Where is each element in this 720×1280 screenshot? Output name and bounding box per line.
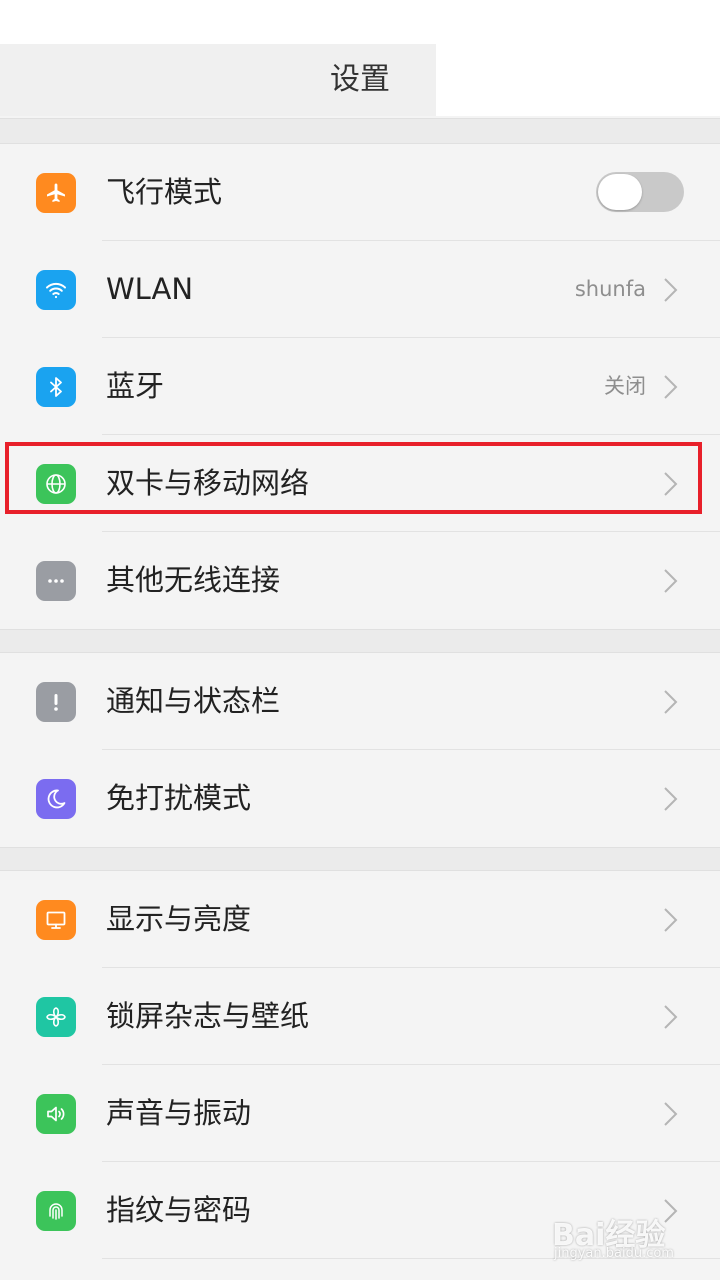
section-gap (0, 629, 720, 653)
chevron-right-icon (662, 276, 680, 304)
chevron-right-icon (662, 567, 680, 595)
fingerprint-icon (36, 1191, 76, 1231)
bluetooth-icon (36, 367, 76, 407)
setting-row-sound-vibration[interactable]: 声音与振动 (0, 1065, 720, 1162)
setting-label: 飞行模式 (106, 175, 223, 209)
setting-row-lockscreen-wallpaper[interactable]: 锁屏杂志与壁纸 (0, 968, 720, 1065)
setting-label: 通知与状态栏 (106, 684, 281, 718)
section-gap (0, 847, 720, 871)
watermark-url: jingyan.baidu.com (554, 1246, 674, 1261)
chevron-right-icon (662, 785, 680, 813)
toggle-knob (598, 174, 642, 210)
chevron-right-icon (662, 373, 680, 401)
wifi-icon (36, 270, 76, 310)
wlan-network-name: shunfa (574, 277, 646, 301)
top-blank-area (0, 0, 720, 44)
moon-icon (36, 779, 76, 819)
exclamation-icon (36, 682, 76, 722)
setting-label: 显示与亮度 (106, 902, 252, 936)
chevron-right-icon (662, 1003, 680, 1031)
airplane-mode-toggle[interactable] (596, 172, 684, 212)
setting-label: 其他无线连接 (106, 563, 281, 597)
setting-row-do-not-disturb[interactable]: 免打扰模式 (0, 750, 720, 847)
speaker-icon (36, 1094, 76, 1134)
baidu-jingyan-watermark: Bai经验 jingyan.baidu.com (552, 1210, 712, 1270)
setting-label: 免打扰模式 (106, 781, 252, 815)
setting-row-other-wireless[interactable]: 其他无线连接 (0, 532, 720, 629)
setting-row-notifications[interactable]: 通知与状态栏 (0, 653, 720, 750)
setting-row-airplane-mode[interactable]: 飞行模式 (0, 144, 720, 241)
airplane-icon (36, 173, 76, 213)
setting-label: 声音与振动 (106, 1096, 252, 1130)
section-gap (0, 118, 720, 144)
setting-row-display-brightness[interactable]: 显示与亮度 (0, 871, 720, 968)
chevron-right-icon (662, 688, 680, 716)
setting-label: 锁屏杂志与壁纸 (106, 999, 310, 1033)
chevron-right-icon (662, 1100, 680, 1128)
setting-label: 指纹与密码 (106, 1193, 252, 1227)
setting-row-wlan[interactable]: WLAN shunfa (0, 241, 720, 338)
setting-label: WLAN (106, 272, 194, 306)
monitor-icon (36, 900, 76, 940)
chevron-right-icon (662, 906, 680, 934)
setting-row-bluetooth[interactable]: 蓝牙 关闭 (0, 338, 720, 435)
page-title: 设置 (330, 62, 390, 97)
bluetooth-status: 关闭 (604, 374, 646, 398)
more-dots-icon (36, 561, 76, 601)
highlight-box (5, 442, 702, 514)
pinwheel-icon (36, 997, 76, 1037)
setting-label: 蓝牙 (106, 369, 165, 403)
